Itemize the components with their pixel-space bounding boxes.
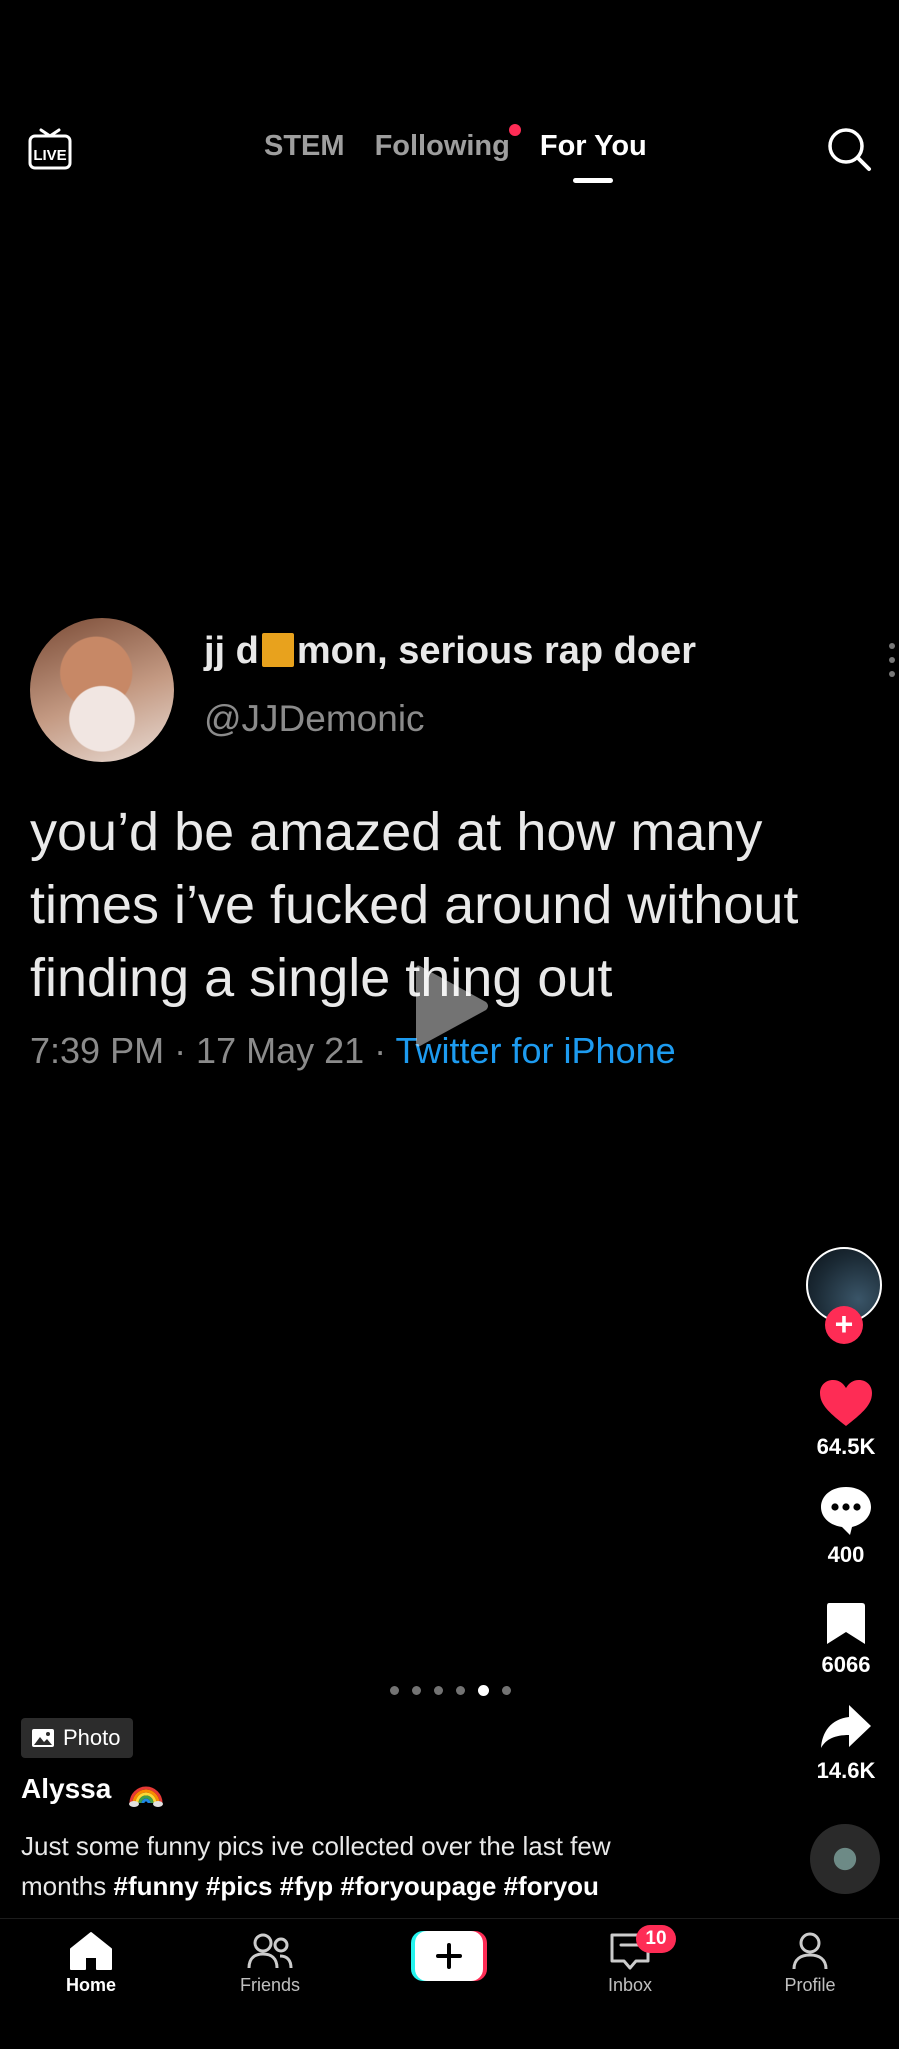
svg-text:LIVE: LIVE (33, 147, 66, 164)
nav-profile[interactable]: Profile (750, 1931, 870, 1996)
profile-icon (792, 1932, 828, 1970)
heart-icon (820, 1380, 872, 1426)
new-content-dot (508, 124, 521, 136)
bookmark-button[interactable]: 6066 (806, 1600, 886, 1678)
tweet-author-avatar (30, 618, 174, 762)
search-icon[interactable] (826, 126, 872, 172)
carousel-dot[interactable] (434, 1686, 443, 1695)
play-icon[interactable] (412, 960, 490, 1052)
tweet-handle: @JJDemonic (204, 698, 425, 739)
carousel-indicator (390, 1685, 511, 1696)
nav-friends-label: Friends (239, 1975, 301, 1995)
like-count: 64.5K (816, 1434, 876, 1459)
share-button[interactable]: 14.6K (806, 1702, 886, 1784)
live-icon[interactable]: LIVE (28, 126, 72, 170)
create-button[interactable] (411, 1931, 487, 1981)
home-icon (70, 1932, 112, 1970)
tweet-meta: 7:39 PM · 17 May 21 · Twitter for iPhone (30, 1030, 676, 1072)
comment-button[interactable]: 400 (806, 1484, 886, 1568)
carousel-dot-active[interactable] (478, 1685, 489, 1696)
carousel-dot[interactable] (390, 1686, 399, 1695)
bookmark-icon (827, 1603, 865, 1644)
post-username[interactable]: Alyssa (21, 1773, 111, 1805)
nav-friends[interactable]: Friends (210, 1931, 330, 1996)
tab-following[interactable]: Following (374, 124, 521, 168)
caption-hashtags[interactable]: #funny #pics #fyp #foryoupage #foryou (114, 1871, 599, 1901)
inbox-badge: 10 (636, 1925, 676, 1953)
nav-home-label: Home (65, 1975, 116, 1995)
tab-for-you[interactable]: For You (539, 124, 647, 183)
active-tab-indicator (573, 178, 614, 183)
tab-for-you-label: For You (539, 130, 647, 162)
carousel-dot[interactable] (502, 1686, 511, 1695)
tab-stem-label: STEM (264, 130, 345, 162)
photo-badge-label: Photo (63, 1725, 121, 1750)
more-icon (889, 643, 895, 677)
share-icon (821, 1705, 871, 1748)
tab-stem[interactable]: STEM (264, 124, 345, 168)
tweet-timestamp: 7:39 PM · 17 May 21 · (30, 1030, 396, 1071)
follow-button[interactable]: + (825, 1306, 863, 1344)
bookmark-count: 6066 (821, 1652, 871, 1677)
photo-badge: Photo (21, 1718, 133, 1758)
comment-count: 400 (827, 1542, 865, 1567)
nav-inbox[interactable]: 10 Inbox (570, 1925, 690, 1996)
emoji-icon (261, 633, 294, 667)
carousel-dot[interactable] (412, 1686, 421, 1695)
tab-following-label: Following (374, 130, 510, 162)
nav-home[interactable]: Home (31, 1931, 151, 1996)
tweet-display-name: jj d mon, serious rap doer (204, 630, 696, 672)
feed-tabs: STEM Following For You (264, 124, 647, 184)
image-icon (32, 1729, 54, 1747)
nav-inbox-label: Inbox (607, 1975, 653, 1995)
sound-disc[interactable] (810, 1824, 880, 1894)
like-button[interactable]: 64.5K (806, 1378, 886, 1460)
nav-profile-label: Profile (784, 1975, 836, 1995)
share-count: 14.6K (816, 1758, 876, 1783)
bottom-nav: Home Friends 10 Inbox Profile (0, 1918, 899, 2049)
friends-icon (247, 1933, 293, 1969)
rainbow-emoji-icon (129, 1786, 163, 1807)
comment-icon (821, 1487, 871, 1535)
carousel-dot[interactable] (456, 1686, 465, 1695)
post-caption: Just some funny pics ive collected over … (21, 1826, 661, 1906)
